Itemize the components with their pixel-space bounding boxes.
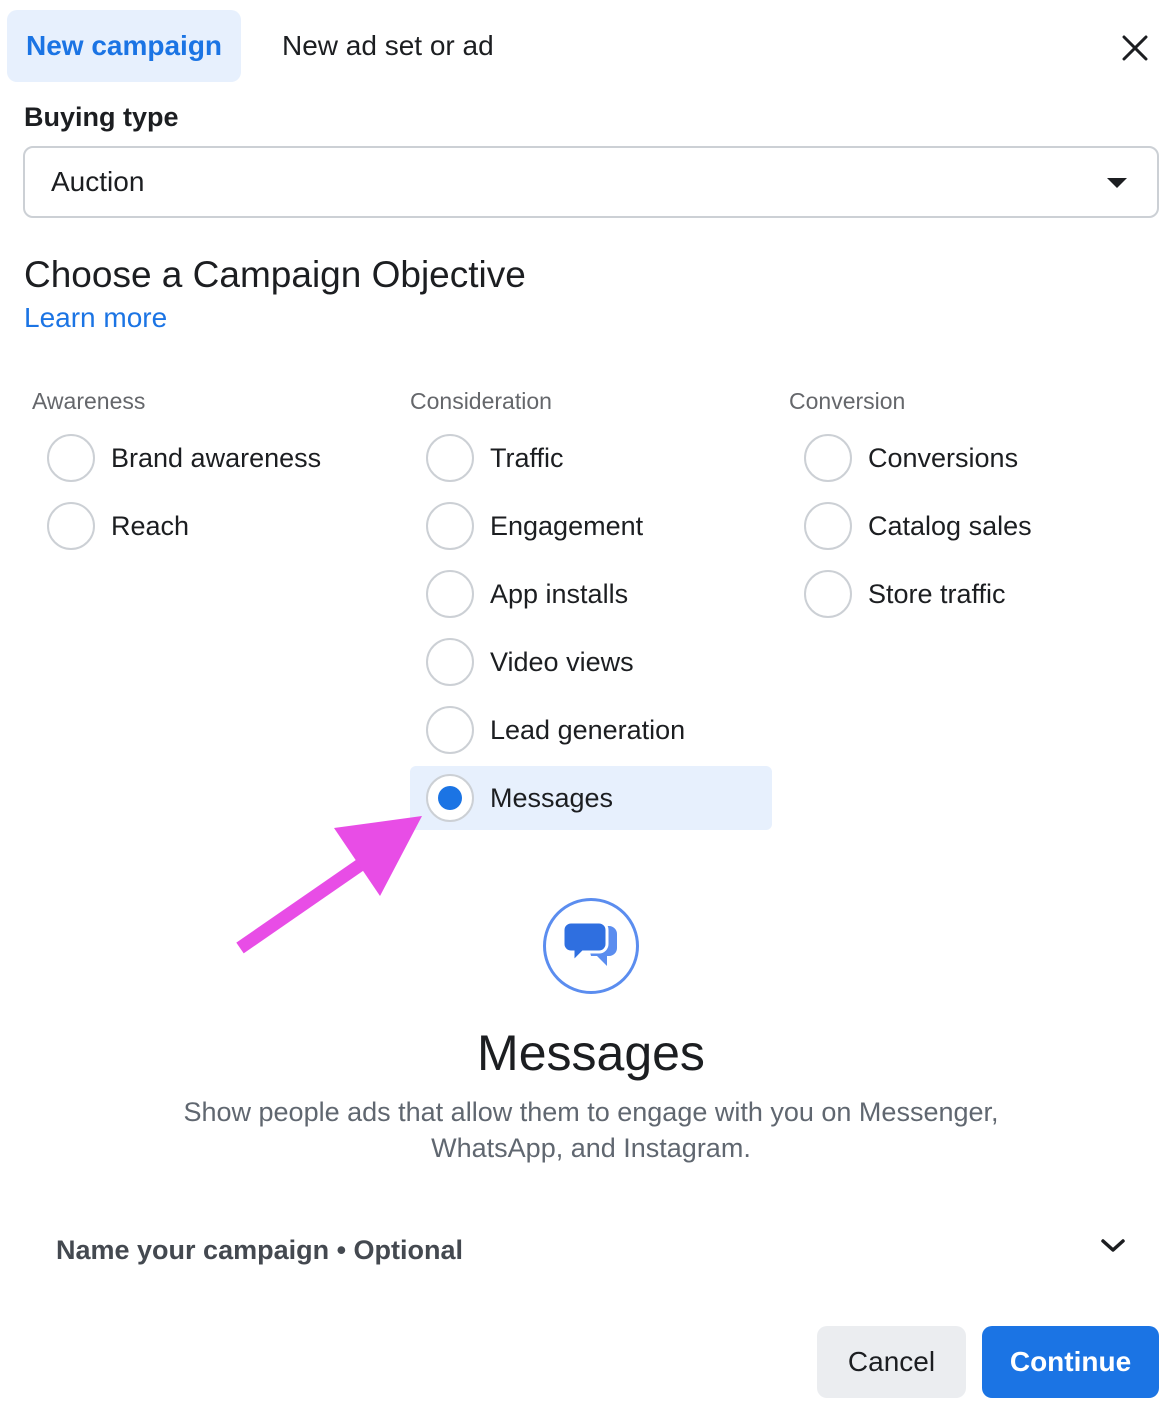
option-conversions[interactable]: Conversions [804,426,1018,490]
option-label: Catalog sales [868,510,1032,541]
campaign-dialog: New campaign New ad set or ad Buying typ… [0,0,1174,1414]
column-header-conversion: Conversion [789,388,906,414]
chat-bubbles-icon [563,920,617,966]
radio-dot [438,786,462,810]
option-label: Lead generation [490,714,686,745]
option-label: Store traffic [868,578,1006,609]
annotation-arrow-icon [236,816,422,954]
caret-down-icon [1107,178,1127,188]
buying-type-label: Buying type [24,102,179,132]
option-app-installs[interactable]: App installs [426,562,628,626]
option-label: Traffic [490,442,564,473]
option-brand-awareness[interactable]: Brand awareness [47,426,321,490]
option-video-views[interactable]: Video views [426,630,634,694]
buying-type-value: Auction [51,166,145,197]
radio-button[interactable] [426,638,474,686]
name-campaign-toggle[interactable]: Name your campaign • Optional [56,1228,1126,1272]
option-label: Conversions [868,442,1019,473]
radio-button[interactable] [47,502,95,550]
radio-button[interactable] [426,502,474,550]
column-header-consideration: Consideration [410,388,552,414]
messenger-chat-icon [543,898,639,994]
chevron-down-icon [1101,1239,1125,1252]
option-label: Video views [490,646,634,677]
option-lead-generation[interactable]: Lead generation [426,698,685,762]
objective-detail-title: Messages [477,1025,705,1081]
radio-button[interactable] [47,434,95,482]
tab-new-campaign[interactable]: New campaign [7,10,241,82]
option-reach[interactable]: Reach [47,494,189,558]
radio-button[interactable] [804,502,852,550]
cancel-button[interactable]: Cancel [817,1326,966,1398]
radio-button[interactable] [426,570,474,618]
tab-new-ad-set-or-ad[interactable]: New ad set or ad [282,10,494,82]
option-label: Engagement [490,510,644,541]
objective-heading: Choose a Campaign Objective [24,254,526,295]
option-label: App installs [490,578,629,609]
objective-detail-description: Show people ads that allow them to engag… [0,1094,1174,1166]
radio-button[interactable] [804,570,852,618]
option-store-traffic[interactable]: Store traffic [804,562,1006,626]
option-catalog-sales[interactable]: Catalog sales [804,494,1032,558]
description-line: Show people ads that allow them to engag… [183,1097,999,1127]
column-header-awareness: Awareness [32,388,146,414]
radio-button[interactable] [804,434,852,482]
option-engagement[interactable]: Engagement [426,494,643,558]
radio-button[interactable] [426,706,474,754]
continue-button[interactable]: Continue [982,1326,1159,1398]
learn-more-link[interactable]: Learn more [24,302,167,334]
option-traffic[interactable]: Traffic [426,426,564,490]
close-button[interactable] [1115,28,1155,68]
radio-button[interactable] [426,434,474,482]
option-messages-selected[interactable]: Messages [410,766,772,830]
close-icon [1122,35,1148,61]
name-campaign-label: Name your campaign • Optional [56,1234,464,1265]
option-label: Brand awareness [111,442,322,473]
option-label: Reach [111,510,190,541]
option-label: Messages [490,782,614,813]
description-line: WhatsApp, and Instagram. [431,1133,751,1163]
buying-type-select[interactable]: Auction [23,146,1159,218]
